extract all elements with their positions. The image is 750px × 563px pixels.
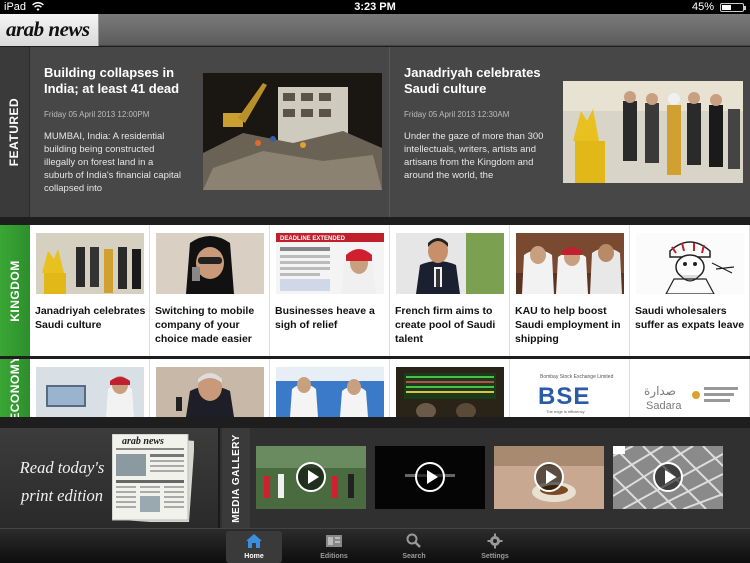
kingdom-label: KINGDOM <box>8 259 22 322</box>
kingdom-item[interactable]: DEADLINE EXTENDED Businesses heave a sig… <box>270 225 390 356</box>
tab-editions[interactable]: Editions <box>306 531 362 563</box>
economy-thumb <box>396 367 504 417</box>
kingdom-item[interactable]: Saudi wholesalers suffer as expats leave <box>630 225 750 356</box>
economy-thumb <box>36 367 144 417</box>
economy-thumb <box>276 367 384 417</box>
economy-item[interactable] <box>270 359 390 417</box>
kingdom-caption: KAU to help boost Saudi employment in sh… <box>515 305 621 345</box>
economy-thumb: Bombay Stock Exchange Limited BSE The ed… <box>516 367 624 417</box>
svg-text:صدارة: صدارة <box>644 384 676 399</box>
play-icon <box>653 462 683 492</box>
home-icon <box>246 534 262 548</box>
media-gallery-tab[interactable]: MEDIA GALLERY <box>222 428 250 528</box>
kingdom-item[interactable]: KAU to help boost Saudi employment in sh… <box>510 225 630 356</box>
kingdom-tab[interactable]: KINGDOM <box>0 225 30 356</box>
play-icon <box>296 462 326 492</box>
article-summary: Under the gaze of more than 300 intellec… <box>404 131 544 181</box>
economy-thumb: صدارة Sadara <box>636 367 744 417</box>
kingdom-caption: French firm aims to create pool of Saudi… <box>395 305 496 345</box>
featured-tab[interactable]: FEATURED <box>0 47 30 217</box>
kingdom-thumb <box>516 233 624 294</box>
economy-tab[interactable]: ECONOMY <box>0 359 30 417</box>
kingdom-thumb: DEADLINE EXTENDED <box>276 233 384 294</box>
kingdom-section: KINGDOM Janadriyah celebrates Saudi cult… <box>0 225 750 356</box>
arab-news-logo[interactable]: arab news <box>0 14 99 46</box>
svg-text:The edge is efficiency: The edge is efficiency <box>546 409 585 414</box>
janadriyah-photo <box>563 81 743 183</box>
video-thumb[interactable] <box>256 446 366 509</box>
kingdom-caption: Businesses heave a sigh of relief <box>275 305 375 331</box>
economy-item[interactable] <box>150 359 270 417</box>
article-title: Janadriyah celebrates Saudi culture <box>404 65 541 96</box>
building-collapse-photo <box>203 73 382 190</box>
featured-section: FEATURED Building collapses in India; at… <box>0 47 750 217</box>
svg-text:BSE: BSE <box>538 383 590 410</box>
video-thumb[interactable] <box>494 446 604 509</box>
kingdom-item[interactable]: Janadriyah celebrates Saudi culture <box>30 225 150 356</box>
media-gallery-label: MEDIA GALLERY <box>230 433 242 523</box>
kingdom-item[interactable]: Switching to mobile company of your choi… <box>150 225 270 356</box>
logo-text: arab news <box>6 17 90 41</box>
video-thumb[interactable] <box>375 446 485 509</box>
editions-icon <box>326 535 342 547</box>
play-icon <box>415 462 445 492</box>
print-edition-button[interactable]: Read today's print edition arab news <box>0 428 220 528</box>
svg-text:DEADLINE EXTENDED: DEADLINE EXTENDED <box>280 236 346 242</box>
kingdom-thumb <box>156 233 264 294</box>
video-thumb[interactable] <box>613 446 723 509</box>
kingdom-caption: Saudi wholesalers suffer as expats leave <box>635 305 745 331</box>
article-date: Friday 05 April 2013 12:30AM <box>404 110 510 119</box>
tab-label: Editions <box>320 553 348 560</box>
battery-icon <box>720 3 746 12</box>
bottom-bar: Read today's print edition arab news MED… <box>0 428 750 528</box>
tab-label: Home <box>244 553 264 560</box>
kingdom-caption: Switching to mobile company of your choi… <box>155 305 255 345</box>
svg-text:Bombay Stock Exchange Limited: Bombay Stock Exchange Limited <box>540 374 614 380</box>
tab-home[interactable]: Home <box>226 531 282 563</box>
article-title: Building collapses in India; at least 41… <box>44 65 180 96</box>
status-bar: iPad 3:23 PM 45% <box>0 0 750 14</box>
kingdom-thumb <box>396 233 504 294</box>
svg-text:arab news: arab news <box>122 436 164 447</box>
newspaper-icon: arab news <box>112 434 194 522</box>
tab-bar: Home Editions Search Settings <box>0 528 750 563</box>
battery-percent: 45% <box>691 1 714 13</box>
tab-search[interactable]: Search <box>386 531 442 563</box>
economy-item[interactable]: Bombay Stock Exchange Limited BSE The ed… <box>510 359 630 417</box>
featured-article-2[interactable]: Janadriyah celebrates Saudi culture Frid… <box>390 47 750 217</box>
economy-item[interactable] <box>390 359 510 417</box>
kingdom-item[interactable]: French firm aims to create pool of Saudi… <box>390 225 510 356</box>
tab-settings[interactable]: Settings <box>467 531 523 563</box>
print-edition-text: Read today's print edition <box>12 454 112 510</box>
clock: 3:23 PM <box>354 1 396 13</box>
economy-thumb <box>156 367 264 417</box>
economy-item[interactable]: صدارة Sadara <box>630 359 750 417</box>
svg-text:Sadara: Sadara <box>646 400 682 412</box>
print-edition-line2: print edition <box>20 486 104 505</box>
kingdom-caption: Janadriyah celebrates Saudi culture <box>35 305 146 331</box>
top-bar <box>0 14 750 46</box>
article-date: Friday 05 April 2013 12:00PM <box>44 110 150 119</box>
play-icon <box>534 462 564 492</box>
search-icon <box>406 533 421 548</box>
featured-article-1[interactable]: Building collapses in India; at least 41… <box>30 47 389 217</box>
kingdom-thumb <box>36 233 144 294</box>
gear-icon <box>487 533 503 549</box>
tab-label: Search <box>402 553 426 560</box>
economy-section: ECONOMY Bombay Stock Exchange Limited BS… <box>0 359 750 417</box>
economy-item[interactable] <box>30 359 150 417</box>
kingdom-thumb <box>636 233 744 294</box>
print-edition-line1: Read today's <box>19 458 105 477</box>
article-summary: MUMBAI, India: A residential building be… <box>44 131 182 194</box>
tab-label: Settings <box>481 553 509 560</box>
economy-label: ECONOMY <box>8 359 23 417</box>
featured-label: FEATURED <box>7 97 22 167</box>
